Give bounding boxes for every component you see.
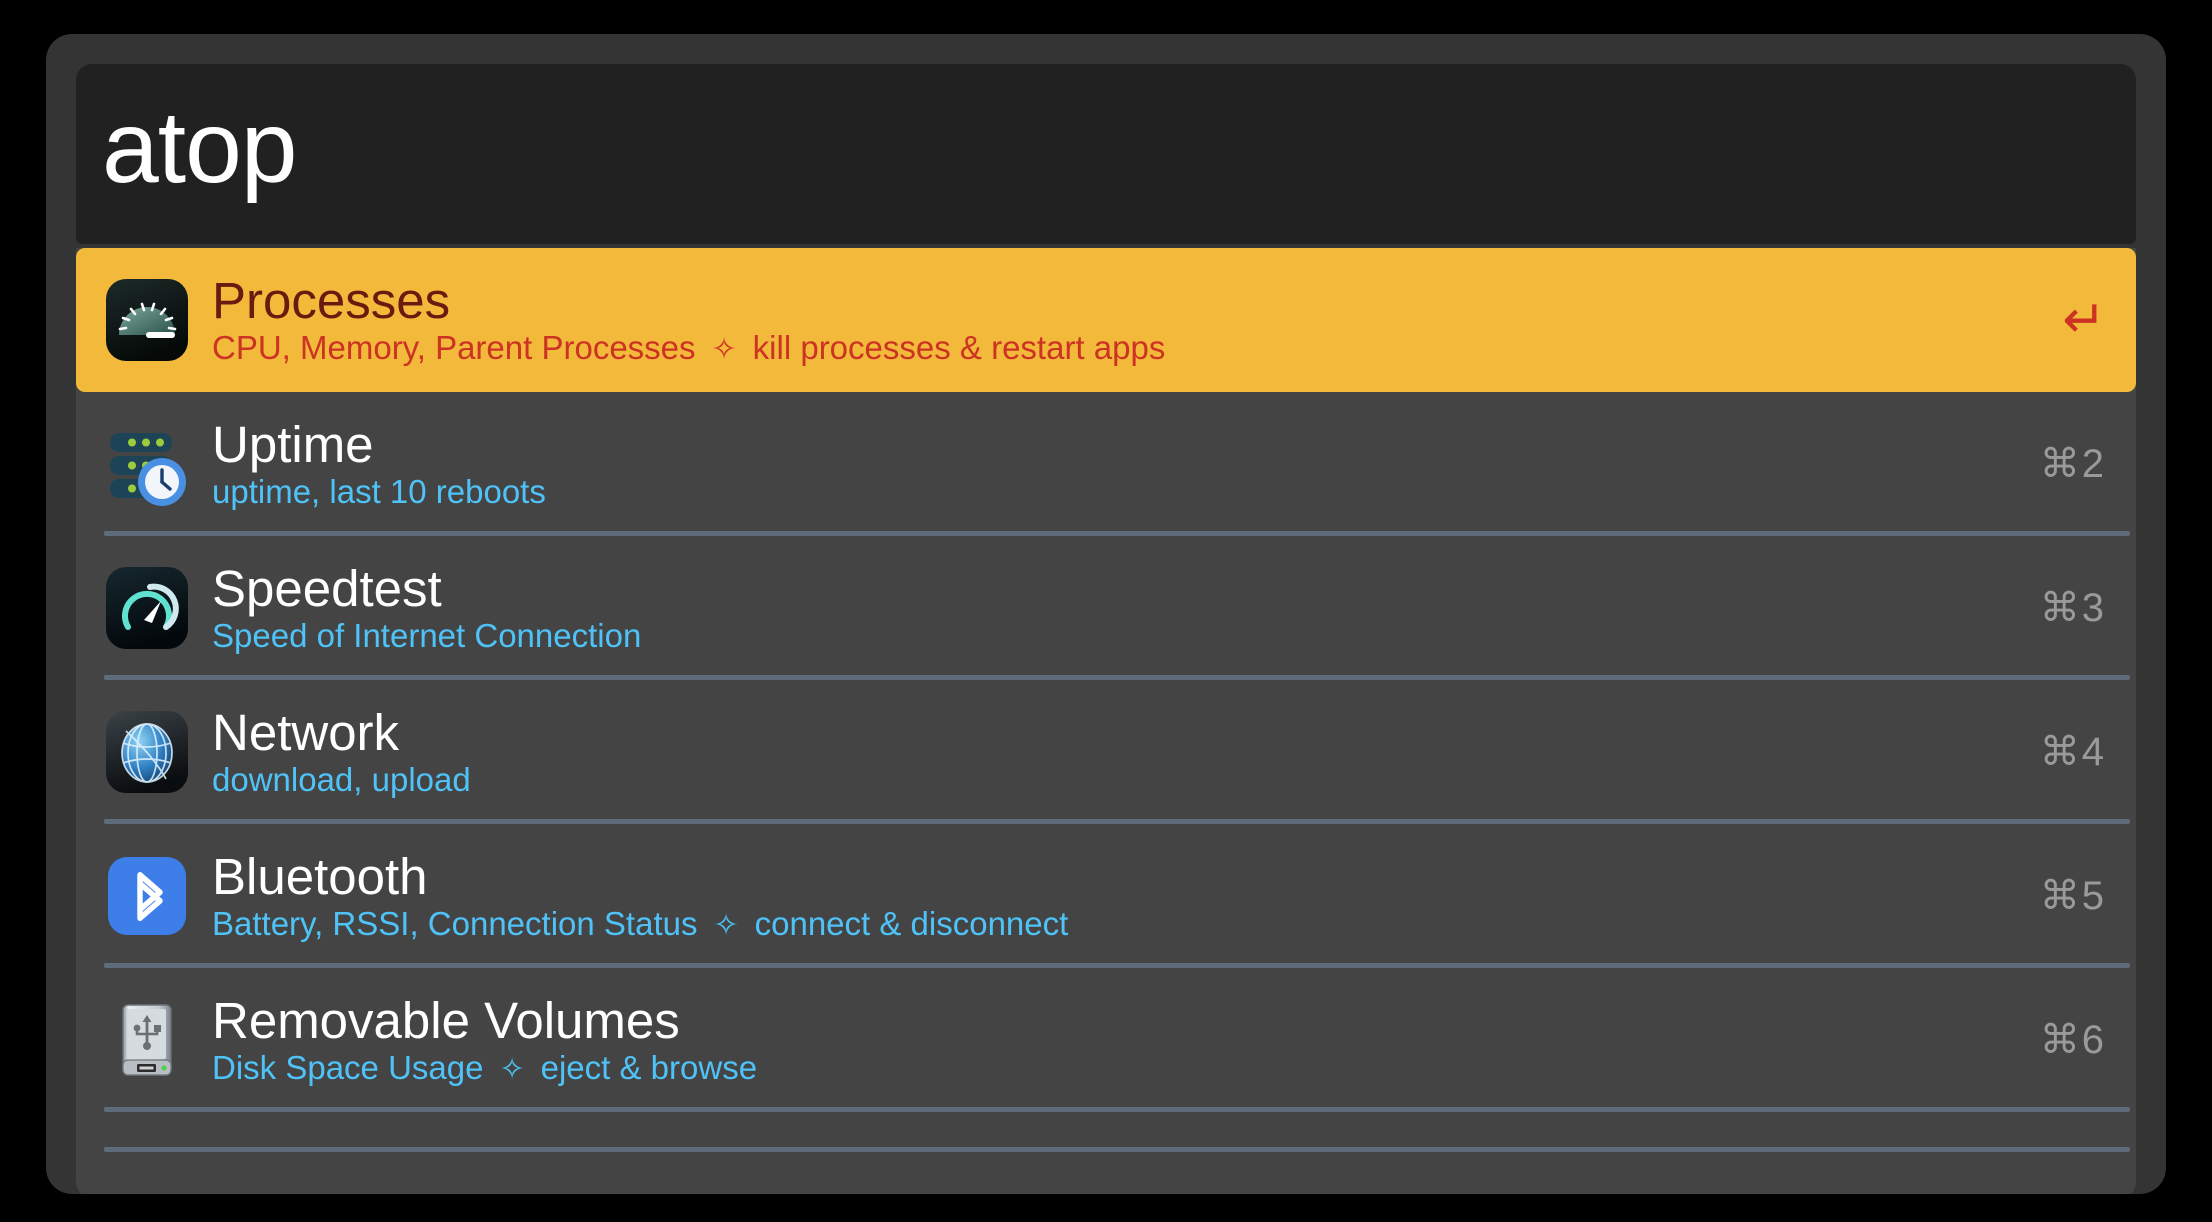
subtitle-main: download, upload <box>212 761 471 799</box>
subtitle-main: uptime, last 10 reboots <box>212 473 546 511</box>
result-text-block: Bluetooth Battery, RSSI, Connection Stat… <box>212 849 2016 943</box>
result-row-removable-volumes[interactable]: Removable Volumes Disk Space Usage ✧ eje… <box>76 968 2136 1112</box>
result-text-block: Uptime uptime, last 10 reboots <box>212 417 2016 511</box>
keyboard-shortcut: ⌘3 <box>2039 586 2106 630</box>
results-list: Processes CPU, Memory, Parent Processes … <box>76 248 2136 1194</box>
subtitle-main: Speed of Internet Connection <box>212 617 642 655</box>
result-subtitle: uptime, last 10 reboots <box>212 473 2016 511</box>
subtitle-main: Battery, RSSI, Connection Status <box>212 905 698 943</box>
subtitle-main: Disk Space Usage <box>212 1049 484 1087</box>
result-subtitle: CPU, Memory, Parent Processes ✧ kill pro… <box>212 329 2038 367</box>
launcher-window: atop Processes CPU, Memory, Parent Proce… <box>46 34 2166 1194</box>
result-text-block: Network download, upload <box>212 705 2016 799</box>
result-title: Speedtest <box>212 559 442 617</box>
row-separator <box>104 1147 2130 1152</box>
result-row-bluetooth[interactable]: Bluetooth Battery, RSSI, Connection Stat… <box>76 824 2136 968</box>
result-subtitle: Disk Space Usage ✧ eject & browse <box>212 1049 2016 1087</box>
result-text-block: Speedtest Speed of Internet Connection <box>212 561 2016 655</box>
subtitle-separator-icon: ✧ <box>499 1053 525 1087</box>
speedometer-gauge-icon <box>104 277 190 363</box>
subtitle-main: CPU, Memory, Parent Processes <box>212 329 696 367</box>
result-subtitle: Battery, RSSI, Connection Status ✧ conne… <box>212 905 2016 943</box>
external-drive-usb-icon <box>104 997 190 1083</box>
result-title: Removable Volumes <box>212 991 680 1049</box>
bluetooth-icon <box>104 853 190 939</box>
result-title: Processes <box>212 271 451 329</box>
search-input[interactable]: atop <box>102 96 298 212</box>
return-key-icon: ↵ <box>2062 291 2106 349</box>
subtitle-action: connect & disconnect <box>754 905 1069 943</box>
result-text-block: Processes CPU, Memory, Parent Processes … <box>212 273 2038 367</box>
result-title: Network <box>212 703 400 761</box>
globe-network-icon <box>104 709 190 795</box>
speedtest-gauge-icon <box>104 565 190 651</box>
result-row-network[interactable]: Network download, upload ⌘4 <box>76 680 2136 824</box>
keyboard-shortcut: ⌘4 <box>2039 730 2106 774</box>
result-row-speedtest[interactable]: Speedtest Speed of Internet Connection ⌘… <box>76 536 2136 680</box>
result-row-uptime[interactable]: Uptime uptime, last 10 reboots ⌘2 <box>76 392 2136 536</box>
keyboard-shortcut: ⌘6 <box>2039 1018 2106 1062</box>
server-clock-icon <box>104 421 190 507</box>
result-title: Uptime <box>212 415 374 473</box>
search-bar[interactable]: atop <box>76 64 2136 244</box>
result-text-block: Removable Volumes Disk Space Usage ✧ eje… <box>212 993 2016 1087</box>
result-title: Bluetooth <box>212 847 428 905</box>
subtitle-action: kill processes & restart apps <box>752 329 1166 367</box>
subtitle-action: eject & browse <box>540 1049 758 1087</box>
keyboard-shortcut: ⌘5 <box>2039 874 2106 918</box>
result-subtitle: download, upload <box>212 761 2016 799</box>
result-subtitle: Speed of Internet Connection <box>212 617 2016 655</box>
keyboard-shortcut: ⌘2 <box>2039 442 2106 486</box>
result-row-partial[interactable] <box>76 1112 2136 1152</box>
subtitle-separator-icon: ✧ <box>713 909 739 943</box>
subtitle-separator-icon: ✧ <box>711 333 737 367</box>
result-row-processes[interactable]: Processes CPU, Memory, Parent Processes … <box>76 248 2136 392</box>
